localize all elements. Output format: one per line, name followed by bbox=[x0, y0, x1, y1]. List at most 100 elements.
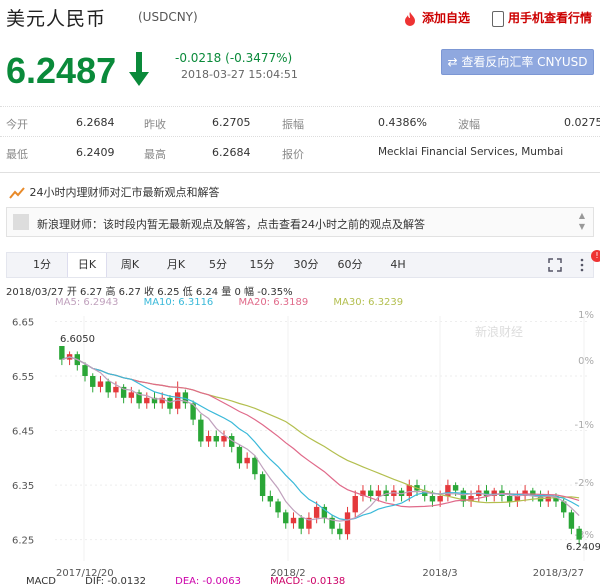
mobile-view-label: 用手机查看行情 bbox=[508, 11, 593, 25]
candle-body bbox=[576, 528, 582, 540]
candle-body bbox=[275, 501, 281, 513]
page-title: 美元人民币 bbox=[6, 8, 107, 30]
stats-row: 最低 6.2409 最高 6.2684 报价 Mecklai Financial… bbox=[0, 136, 600, 166]
reverse-rate-button[interactable]: ⇄ 查看反向汇率 CNYUSD bbox=[441, 49, 594, 75]
price-change: -0.0218 (-0.3477%) bbox=[175, 51, 293, 65]
candle-body bbox=[198, 419, 204, 442]
advisor-message: 新浪理财师：该时段内暂无最新观点及解答，点击查看24小时之前的观点及解答 bbox=[37, 218, 425, 231]
advisor-message-box[interactable]: 新浪理财师：该时段内暂无最新观点及解答，点击查看24小时之前的观点及解答 ▲ ▼ bbox=[6, 207, 594, 237]
header: 美元人民币 (USDCNY) 添加自选 用手机查看行情 bbox=[0, 0, 600, 36]
y-tick-label: 6.25 bbox=[12, 536, 34, 547]
more-menu-icon[interactable] bbox=[579, 258, 585, 272]
tab-daily[interactable]: 日K bbox=[67, 253, 107, 277]
candle-body bbox=[144, 397, 150, 404]
ma30-line bbox=[61, 356, 580, 504]
candle-body bbox=[244, 457, 250, 464]
scroll-arrows-icon[interactable]: ▲ ▼ bbox=[579, 210, 585, 232]
current-price: 6.2487 bbox=[6, 50, 117, 91]
amplitude-label: 振幅 bbox=[282, 118, 304, 131]
stats-row: 今开 6.2684 昨收 6.2705 振幅 0.4386% 波幅 0.0275 bbox=[0, 106, 600, 136]
tab-monthly[interactable]: 月K bbox=[161, 253, 191, 277]
open-label: 今开 bbox=[6, 118, 28, 131]
y-pct-tick-label: 0% bbox=[578, 356, 594, 367]
kline-chart[interactable]: 6.656.556.456.356.251%0%-1%-2%-3%2017/12… bbox=[0, 306, 600, 587]
candle-body bbox=[252, 457, 258, 475]
candle-body bbox=[568, 512, 575, 529]
wave-label: 波幅 bbox=[458, 118, 480, 131]
add-watchlist-label: 添加自选 bbox=[422, 11, 471, 25]
candle-body bbox=[205, 436, 212, 442]
x-tick-label: 2018/3/27 bbox=[533, 568, 584, 579]
avatar bbox=[13, 214, 29, 230]
high-annotation: 6.6050 bbox=[60, 334, 95, 345]
quote-time: 2018-03-27 15:04:51 bbox=[181, 68, 298, 81]
y-tick-label: 6.45 bbox=[12, 427, 34, 438]
quote-source-value: Mecklai Financial Services, Mumbai bbox=[378, 146, 564, 158]
reverse-rate-label: 查看反向汇率 CNYUSD bbox=[461, 55, 588, 69]
trend-icon bbox=[9, 187, 25, 199]
y-tick-label: 6.65 bbox=[12, 317, 34, 328]
candle-body bbox=[298, 517, 304, 529]
candle-body bbox=[429, 496, 436, 502]
candle-body bbox=[113, 386, 119, 393]
advisor-headline-link[interactable]: 24小时内理财师对汇市最新观点和解答 bbox=[8, 184, 220, 200]
divider bbox=[0, 172, 600, 173]
low-annotation: 6.2409 bbox=[566, 542, 600, 553]
prev-close-value: 6.2705 bbox=[212, 116, 251, 129]
tab-5min[interactable]: 5分 bbox=[203, 253, 233, 277]
candle-body bbox=[437, 496, 443, 502]
fullscreen-icon[interactable] bbox=[548, 258, 562, 272]
tab-4h[interactable]: 4H bbox=[383, 253, 413, 277]
tab-30min[interactable]: 30分 bbox=[291, 253, 321, 277]
wave-value: 0.0275 bbox=[564, 116, 600, 129]
tab-15min[interactable]: 15分 bbox=[247, 253, 277, 277]
symbol-code: (USDCNY) bbox=[138, 10, 198, 24]
tab-weekly[interactable]: 周K bbox=[115, 253, 145, 277]
candle-body bbox=[337, 528, 343, 535]
candle-body bbox=[367, 490, 374, 496]
candle-body bbox=[375, 490, 382, 496]
y-tick-label: 6.35 bbox=[12, 481, 34, 492]
candle-body bbox=[90, 376, 96, 387]
watermark: 新浪财经 bbox=[475, 324, 523, 339]
candle-body bbox=[167, 397, 173, 409]
low-label: 最低 bbox=[6, 148, 28, 161]
prev-close-label: 昨收 bbox=[144, 118, 166, 131]
candle-body bbox=[59, 346, 65, 360]
candle-body bbox=[82, 365, 88, 376]
high-value: 6.2684 bbox=[212, 146, 251, 159]
candle-body bbox=[313, 506, 320, 518]
macd-dea: DEA: -0.0063 bbox=[175, 576, 241, 587]
candle-info: 2018/03/27 开 6.27 高 6.27 收 6.25 低 6.24 量… bbox=[6, 287, 293, 298]
high-label: 最高 bbox=[144, 148, 166, 161]
ma20-line bbox=[61, 356, 580, 508]
candle-body bbox=[283, 512, 289, 524]
candle-body bbox=[128, 392, 135, 398]
y-pct-tick-label: 1% bbox=[578, 310, 594, 321]
macd-value: MACD: -0.0138 bbox=[270, 576, 346, 587]
mobile-view-button[interactable]: 用手机查看行情 bbox=[492, 9, 592, 27]
quote-source-label: 报价 bbox=[282, 148, 304, 161]
candle-body bbox=[406, 485, 412, 496]
candle-body bbox=[352, 496, 358, 513]
candle-body bbox=[105, 381, 111, 393]
tab-1min[interactable]: 1分 bbox=[27, 253, 57, 277]
candle-body bbox=[236, 446, 243, 464]
candle-body bbox=[259, 474, 266, 496]
candle-body bbox=[290, 517, 297, 524]
low-value: 6.2409 bbox=[76, 146, 115, 159]
candle-body bbox=[97, 381, 104, 387]
amplitude-value: 0.4386% bbox=[378, 116, 427, 129]
candle-body bbox=[452, 485, 459, 491]
period-tabs: 1分 日K 周K 月K 5分 15分 30分 60分 4H bbox=[6, 252, 594, 278]
phone-icon bbox=[492, 10, 504, 27]
advisor-headline: 24小时内理财师对汇市最新观点和解答 bbox=[29, 186, 220, 199]
x-tick-label: 2018/3 bbox=[422, 568, 457, 579]
tab-60min[interactable]: 60分 bbox=[335, 253, 365, 277]
macd-title: MACD bbox=[26, 576, 56, 587]
macd-legend: MACD DIF: -0.0132 DEA: -0.0063 MACD: -0.… bbox=[26, 576, 371, 587]
add-watchlist-button[interactable]: 添加自选 bbox=[402, 9, 470, 27]
candle-body bbox=[213, 436, 219, 442]
open-value: 6.2684 bbox=[76, 116, 115, 129]
fire-icon bbox=[405, 11, 415, 26]
